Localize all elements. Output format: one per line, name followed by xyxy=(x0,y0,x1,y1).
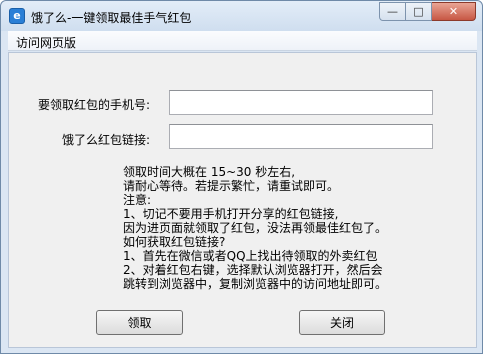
title-bar[interactable]: e 饿了么-一键领取最佳手气红包 — □ ✕ xyxy=(1,1,482,31)
instruction-line: 领取时间大概在 15~30 秒左右, xyxy=(123,165,296,179)
instruction-line: 跳转到浏览器中，复制浏览器中的访问地址即可。 xyxy=(123,277,388,291)
instruction-line: 因为进页面就领取了红包，没法再领最佳红包了。 xyxy=(123,221,388,235)
menu-item-visit-web[interactable]: 访问网页版 xyxy=(14,34,78,51)
link-label: 饿了么红包链接: xyxy=(62,133,151,147)
instruction-line: 2、对着红包右键，选择默认浏览器打开，然后会 xyxy=(123,263,383,277)
close-icon: ✕ xyxy=(448,5,459,18)
phone-label: 要领取红包的手机号: xyxy=(38,98,151,112)
instructions: 领取时间大概在 15~30 秒左右, 请耐心等待。若提示繁忙，请重试即可。 注意… xyxy=(123,165,423,291)
instruction-line: 请耐心等待。若提示繁忙，请重试即可。 xyxy=(123,179,340,193)
instruction-line: 1、首先在微信或者QQ上找出待领取的外卖红包 xyxy=(123,249,378,263)
caption-buttons: — □ ✕ xyxy=(379,2,476,21)
app-icon: e xyxy=(9,8,25,24)
close-window-button[interactable]: ✕ xyxy=(432,2,476,21)
link-input[interactable] xyxy=(169,124,433,149)
instruction-line: 注意: xyxy=(123,193,152,207)
maximize-button[interactable]: □ xyxy=(406,2,432,21)
menu-bar: 访问网页版 xyxy=(8,31,477,51)
maximize-icon: □ xyxy=(413,5,424,18)
app-window: e 饿了么-一键领取最佳手气红包 — □ ✕ 访问网页版 要领取红包的手机号: … xyxy=(0,0,483,354)
claim-button[interactable]: 领取 xyxy=(96,310,183,335)
phone-input[interactable] xyxy=(169,90,433,115)
instruction-line: 1、切记不要用手机打开分享的红包链接, xyxy=(123,207,339,221)
instruction-line: 如何获取红包链接? xyxy=(123,235,226,249)
close-button[interactable]: 关闭 xyxy=(299,310,385,335)
window-title: 饿了么-一键领取最佳手气红包 xyxy=(31,11,192,25)
minimize-icon: — xyxy=(387,5,398,18)
minimize-button[interactable]: — xyxy=(379,2,406,21)
dialog-body: 要领取红包的手机号: 饿了么红包链接: 领取时间大概在 15~30 秒左右, 请… xyxy=(8,52,477,348)
